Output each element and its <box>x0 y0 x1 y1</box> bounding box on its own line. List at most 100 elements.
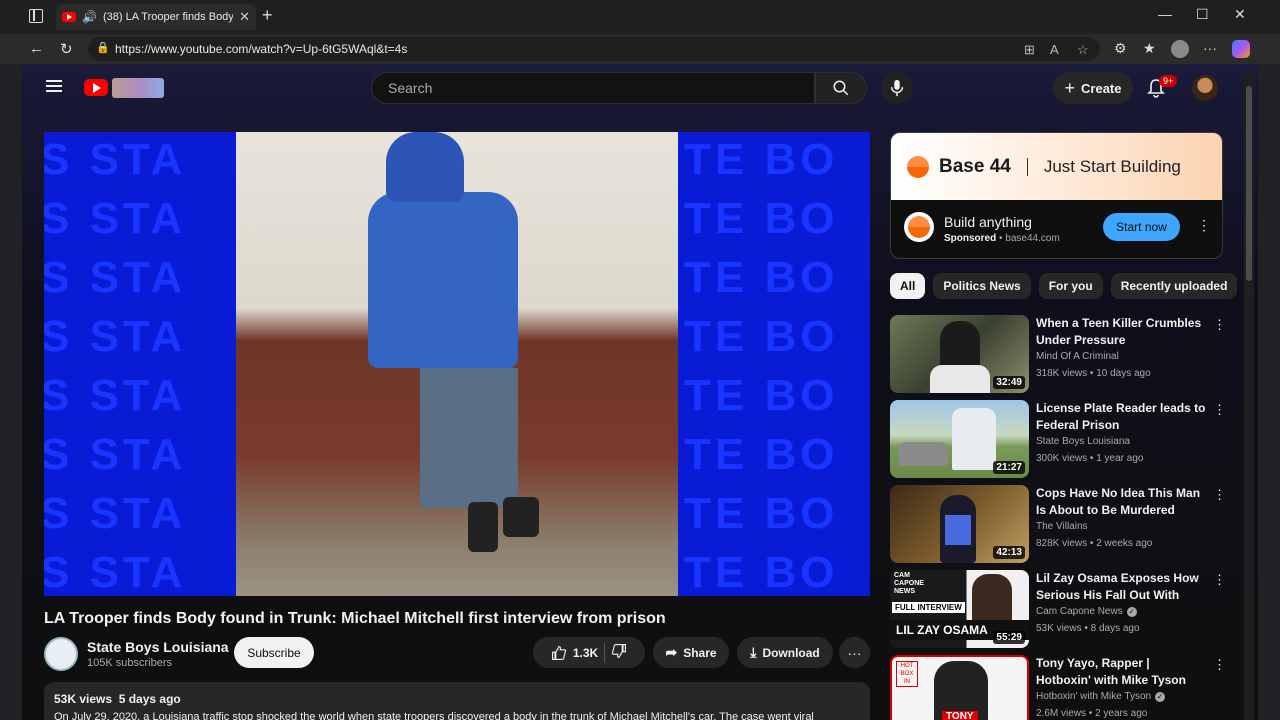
close-window-button[interactable]: ✕ <box>1234 6 1246 23</box>
address-toolbar: ← ↻ 🔒 https://www.youtube.com/watch?v=Up… <box>0 34 1280 64</box>
like-count: 1.3K <box>572 645 599 660</box>
menu-icon[interactable] <box>46 80 62 92</box>
favorites-icon[interactable]: ★ <box>1143 40 1156 57</box>
tab-strip: 🔊 (38) LA Trooper finds Body f ✕ + — ☐ ✕ <box>0 0 1280 34</box>
url-text[interactable]: https://www.youtube.com/watch?v=Up-6tG5W… <box>115 42 407 56</box>
chip-all[interactable]: All <box>890 273 926 299</box>
bg-text-row: S STA <box>44 489 187 538</box>
youtube-doodle[interactable] <box>112 78 164 98</box>
video-title: LA Trooper finds Body found in Trunk: Mi… <box>44 610 666 627</box>
subscribe-button[interactable]: Subscribe <box>234 637 314 668</box>
recommendation-meta: 828K views • 2 weeks ago <box>1036 538 1153 549</box>
copilot-icon[interactable] <box>1232 40 1250 58</box>
bg-text-row: S STA <box>44 194 187 243</box>
sponsored-ad[interactable]: Base 44 Just Start Building Build anythi… <box>890 132 1223 259</box>
more-horizontal-icon: ··· <box>847 644 862 661</box>
recommendation-channel[interactable]: State Boys Louisiana <box>1036 436 1130 447</box>
recommendation-item[interactable]: 32:49 When a Teen Killer Crumbles Under … <box>890 315 1230 395</box>
verified-check-icon: ✓ <box>1155 692 1166 702</box>
advertiser-avatar[interactable] <box>904 212 934 242</box>
reload-icon[interactable]: ↻ <box>60 40 73 58</box>
recommendation-item[interactable]: CAM CAPONE NEWS FULL INTERVIEW LIL ZAY O… <box>890 570 1230 650</box>
video-duration: 21:27 <box>993 461 1025 474</box>
video-thumbnail[interactable]: 42:13 <box>890 485 1029 563</box>
chip-politics-news[interactable]: Politics News <box>933 273 1031 299</box>
address-bar[interactable]: 🔒 https://www.youtube.com/watch?v=Up-6tG… <box>88 37 1100 61</box>
account-avatar[interactable] <box>1192 75 1218 101</box>
filter-chips: All Politics News For you Recently uploa… <box>890 273 1238 299</box>
minimize-button[interactable]: — <box>1158 6 1172 22</box>
channel-avatar[interactable] <box>44 637 78 671</box>
youtube-favicon-icon <box>62 12 76 22</box>
search-box[interactable] <box>371 72 815 104</box>
create-button[interactable]: + Create <box>1053 72 1133 104</box>
settings-more-icon[interactable]: ··· <box>1203 40 1217 56</box>
recommendation-more-icon[interactable]: ⋮ <box>1213 317 1226 333</box>
player-background-text-right: TE BO TE BO TE BO TE BO TE BO TE BO TE B… <box>684 132 838 596</box>
maximize-button[interactable]: ☐ <box>1196 6 1209 23</box>
page-scrollbar[interactable] <box>1244 74 1254 720</box>
dislike-button[interactable] <box>611 643 627 662</box>
description-box[interactable]: 53K views 5 days ago On July 29, 2020, a… <box>44 682 870 720</box>
notification-badge: 9+ <box>1159 75 1178 87</box>
recommendation-title[interactable]: Lil Zay Osama Exposes How Serious His Fa… <box>1036 570 1206 604</box>
video-thumbnail[interactable]: HOT BOX IN TONY <box>890 655 1029 720</box>
recommendation-channel[interactable]: The Villains <box>1036 521 1088 532</box>
recommendation-channel[interactable]: Mind Of A Criminal <box>1036 351 1119 362</box>
browser-tab[interactable]: 🔊 (38) LA Trooper finds Body f ✕ <box>56 4 256 30</box>
audio-playing-icon[interactable]: 🔊 <box>82 10 97 24</box>
voice-search-button[interactable] <box>881 72 913 104</box>
chip-recently-uploaded[interactable]: Recently uploaded <box>1110 273 1238 299</box>
sidebar-toggle-icon[interactable] <box>29 9 43 23</box>
favorite-star-icon[interactable]: ☆ <box>1077 42 1089 58</box>
download-button[interactable]: ⤓ Download <box>737 637 833 668</box>
search-input[interactable] <box>372 73 814 103</box>
video-thumbnail[interactable]: 32:49 <box>890 315 1029 393</box>
site-info-icon[interactable]: 🔒 <box>96 41 110 54</box>
video-player[interactable]: S STA S STA S STA S STA S STA S STA S ST… <box>44 132 870 596</box>
scrollbar-thumb[interactable] <box>1246 86 1252 281</box>
new-tab-button[interactable]: + <box>262 5 273 26</box>
video-thumbnail[interactable]: 21:27 <box>890 400 1029 478</box>
thumbnail-label: FULL INTERVIEW <box>892 602 965 613</box>
browser-profile-icon[interactable] <box>1171 40 1189 58</box>
recommendation-meta: 53K views • 8 days ago <box>1036 623 1140 634</box>
app-available-icon[interactable]: ⊞ <box>1024 42 1035 58</box>
recommendation-item[interactable]: 21:27 License Plate Reader leads to Fede… <box>890 400 1230 480</box>
subscriber-count: 105K subscribers <box>87 657 172 669</box>
recommendation-title[interactable]: Cops Have No Idea This Man Is About to B… <box>1036 485 1206 519</box>
close-tab-icon[interactable]: ✕ <box>239 9 250 25</box>
recommendation-title[interactable]: License Plate Reader leads to Federal Pr… <box>1036 400 1206 434</box>
description-meta: 53K views 5 days ago <box>54 692 860 706</box>
recommendation-more-icon[interactable]: ⋮ <box>1213 657 1226 673</box>
recommendation-channel[interactable]: Hotboxin' with Mike Tyson ✓ <box>1036 691 1166 702</box>
channel-label: Hotboxin' with Mike Tyson <box>1036 691 1152 702</box>
extensions-icon[interactable]: ⚙ <box>1114 40 1127 57</box>
video-thumbnail[interactable]: CAM CAPONE NEWS FULL INTERVIEW LIL ZAY O… <box>890 570 1029 648</box>
channel-name[interactable]: State Boys Louisiana <box>87 639 229 655</box>
chip-for-you[interactable]: For you <box>1038 273 1103 299</box>
recommendation-more-icon[interactable]: ⋮ <box>1213 487 1226 503</box>
search-button[interactable] <box>815 72 867 104</box>
back-arrow-icon[interactable]: ← <box>29 40 44 57</box>
start-now-button[interactable]: Start now <box>1103 213 1180 241</box>
recommendation-title[interactable]: Tony Yayo, Rapper | Hotboxin' with Mike … <box>1036 655 1206 689</box>
ad-banner[interactable]: Base 44 Just Start Building <box>891 133 1222 200</box>
recommendation-item[interactable]: 42:13 Cops Have No Idea This Man Is Abou… <box>890 485 1230 565</box>
recommendation-item[interactable]: HOT BOX IN TONY Tony Yayo, Rapper | Hotb… <box>890 655 1230 720</box>
search-icon <box>833 80 849 96</box>
read-aloud-icon[interactable]: A <box>1050 42 1059 57</box>
recommendation-title[interactable]: When a Teen Killer Crumbles Under Pressu… <box>1036 315 1206 349</box>
like-button[interactable]: 1.3K <box>551 645 598 661</box>
youtube-logo[interactable] <box>84 79 108 96</box>
verified-check-icon: ✓ <box>1126 607 1137 617</box>
ad-tagline: Just Start Building <box>1043 156 1181 176</box>
share-button[interactable]: ➦ Share <box>653 637 729 668</box>
recommendation-more-icon[interactable]: ⋮ <box>1213 402 1226 418</box>
recommendation-channel[interactable]: Cam Capone News ✓ <box>1036 606 1137 617</box>
plus-icon: + <box>1064 77 1076 98</box>
more-actions-button[interactable]: ··· <box>839 637 870 668</box>
thumbnail-caption: TONY <box>942 711 978 720</box>
recommendation-more-icon[interactable]: ⋮ <box>1213 572 1226 588</box>
ad-more-icon[interactable]: ⋮ <box>1197 217 1211 234</box>
